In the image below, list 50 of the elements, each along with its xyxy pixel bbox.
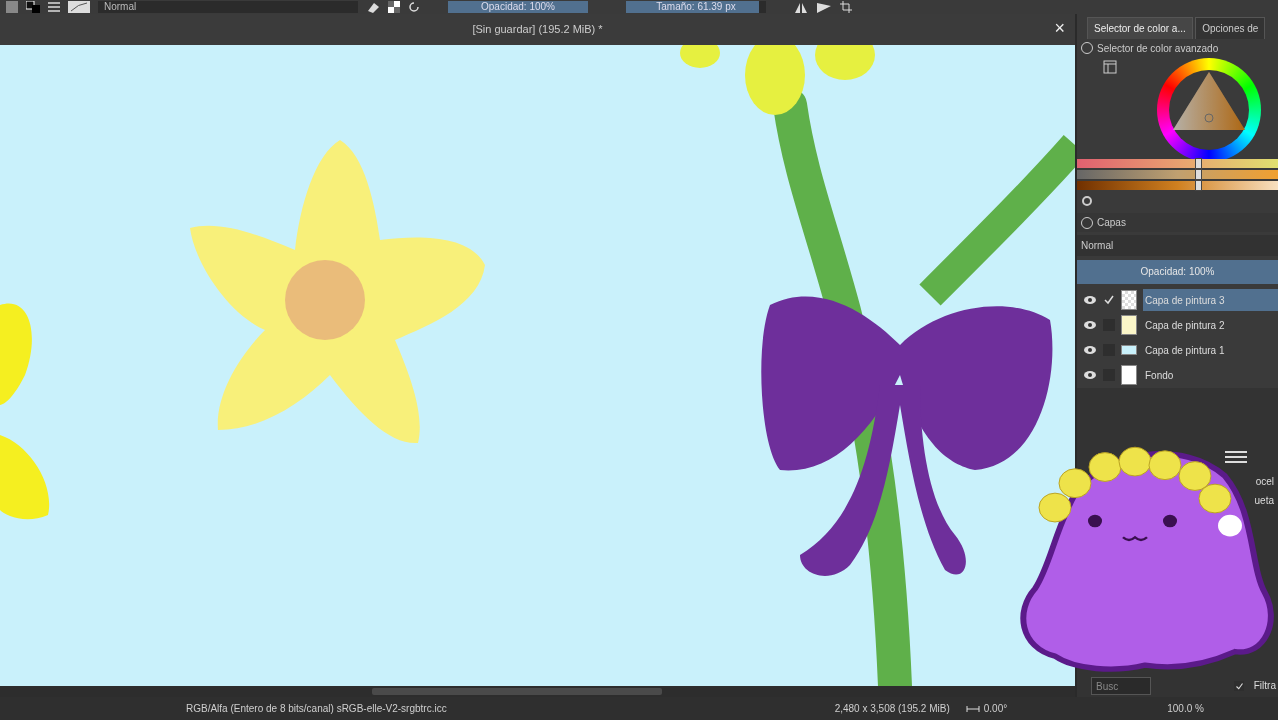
zoom-text: 100.0 %: [1167, 702, 1204, 716]
refresh-icon[interactable]: [1081, 194, 1093, 207]
reload-icon[interactable]: [408, 1, 420, 13]
filter-label: Filtra: [1253, 679, 1276, 693]
eye-icon[interactable]: [1083, 345, 1097, 355]
brush-label: ueta: [1254, 493, 1274, 508]
rotation-text: 0.00°: [983, 702, 1008, 716]
size-slider[interactable]: Tamaño: 61.39 px: [626, 1, 766, 13]
layer-name[interactable]: Capa de pintura 2: [1143, 314, 1278, 336]
docker-tab[interactable]: Selector de color a...: [1087, 16, 1193, 39]
brush-label: ocel: [1255, 474, 1274, 489]
dimensions-text: 2,480 x 3,508 (195.2 MiB): [834, 702, 950, 716]
brush-preset-icon[interactable]: [68, 1, 90, 13]
eye-icon[interactable]: [1083, 320, 1097, 330]
hue-slider[interactable]: [1077, 158, 1278, 168]
color-triangle[interactable]: [1173, 71, 1245, 130]
layer-name[interactable]: Capa de pintura 1: [1143, 339, 1278, 361]
panel-title: Capas: [1097, 216, 1126, 230]
layout-icon[interactable]: [1103, 59, 1117, 74]
panel-title: Selector de color avanzado: [1097, 41, 1219, 56]
arrow-icon[interactable]: [816, 1, 832, 13]
opacity-slider[interactable]: Opacidad: 100%: [1077, 259, 1278, 284]
color-space-text: RGB/Alfa (Entero de 8 bits/canal) sRGB-elle-V2-srgbtrc.icc: [186, 702, 447, 716]
document-title: [Sin guardar] (195.2 MiB) *: [472, 22, 603, 38]
color-swatch-icon[interactable]: [6, 1, 18, 13]
eye-icon[interactable]: [1083, 370, 1097, 380]
slider-thumb[interactable]: [1194, 168, 1202, 180]
value-slider[interactable]: [1077, 180, 1278, 190]
blend-mode-dropdown[interactable]: Normal: [98, 1, 358, 13]
layer-thumbnail: [1121, 290, 1137, 310]
rotation-icon: [965, 704, 980, 713]
layer-thumbnail: [1121, 365, 1137, 385]
search-field[interactable]: Busc: [1091, 677, 1151, 695]
close-button[interactable]: ×: [1050, 18, 1069, 38]
docker-tab[interactable]: Opciones de: [1195, 16, 1266, 39]
opacity-slider[interactable]: Opacidad: 100%: [448, 1, 588, 13]
saturation-slider[interactable]: [1077, 169, 1278, 179]
slider-thumb[interactable]: [1194, 157, 1202, 169]
layer-name[interactable]: Fondo: [1143, 364, 1278, 386]
sliders-icon[interactable]: [1225, 449, 1247, 464]
checkerboard-icon[interactable]: [388, 1, 400, 13]
eye-icon[interactable]: [1083, 295, 1097, 305]
blend-mode-dropdown[interactable]: Normal: [1077, 234, 1278, 256]
layer-thumbnail: [1121, 345, 1137, 355]
layer-name[interactable]: Capa de pintura 3: [1143, 289, 1278, 311]
list-icon[interactable]: [48, 2, 60, 12]
crop-icon[interactable]: [840, 1, 852, 13]
filter-checkbox[interactable]: [1234, 681, 1244, 691]
slider-thumb[interactable]: [1194, 179, 1202, 191]
layer-thumbnail: [1121, 315, 1137, 335]
